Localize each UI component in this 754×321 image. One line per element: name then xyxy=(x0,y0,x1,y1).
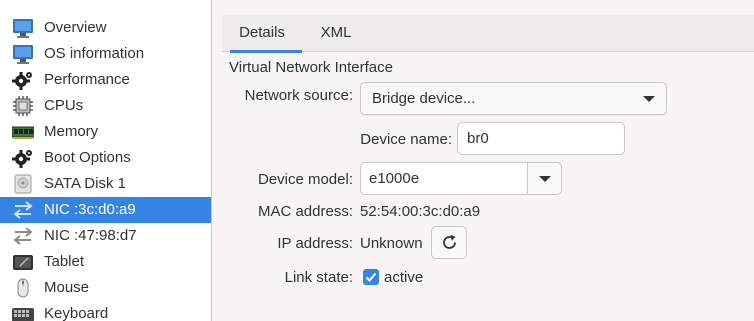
device-model-value: e1000e xyxy=(369,170,420,187)
mouse-icon xyxy=(17,278,29,298)
sidebar-item-label: SATA Disk 1 xyxy=(44,175,126,192)
tab-label: XML xyxy=(320,24,352,41)
sidebar-item-label: NIC :47:98:d7 xyxy=(44,227,137,244)
device-model-dropdown-button[interactable] xyxy=(527,162,562,195)
sidebar-item-memory[interactable]: Memory xyxy=(0,119,211,145)
sidebar-item-label: Boot Options xyxy=(44,149,131,166)
sidebar-item-sata-disk-1[interactable]: SATA Disk 1 xyxy=(0,171,211,197)
sidebar-item-label: CPUs xyxy=(44,97,84,114)
network-arrows-icon xyxy=(13,227,33,245)
network-source-label: Network source: xyxy=(244,87,353,104)
mac-address-value: 52:54:00:3c:d0:a9 xyxy=(360,203,481,220)
network-arrows-icon xyxy=(13,201,33,219)
device-model-input[interactable]: e1000e xyxy=(360,162,528,195)
sidebar-item-label: Overview xyxy=(44,19,107,36)
ip-address-value: Unknown xyxy=(360,235,423,252)
sidebar-item-label: Keyboard xyxy=(44,305,109,321)
link-state-label: Link state: xyxy=(284,269,353,286)
network-source-dropdown[interactable]: Bridge device... xyxy=(360,82,667,115)
sidebar-item-performance[interactable]: Performance xyxy=(0,67,211,93)
device-name-value: br0 xyxy=(467,130,489,147)
sidebar-item-nic-47-98-d7[interactable]: NIC :47:98:d7 xyxy=(0,223,211,249)
sidebar-item-nic-3c-d0-a9[interactable]: NIC :3c:d0:a9 xyxy=(0,197,211,223)
link-state-value: active xyxy=(384,269,424,286)
device-name-field[interactable]: br0 xyxy=(457,122,625,155)
device-model-label: Device model: xyxy=(257,171,353,188)
gear-icon xyxy=(12,150,32,168)
monitor-icon xyxy=(13,19,33,38)
chevron-down-icon xyxy=(643,96,655,102)
sidebar-item-label: Memory xyxy=(44,123,99,140)
tab-xml[interactable]: XML xyxy=(310,15,362,52)
refresh-ip-button[interactable] xyxy=(431,226,467,259)
monitor-icon xyxy=(13,45,33,64)
tab-label: Details xyxy=(239,24,285,41)
chevron-down-icon xyxy=(539,176,551,182)
mac-address-label: MAC address: xyxy=(257,203,353,220)
sidebar-item-label: Tablet xyxy=(44,253,85,270)
checkmark-icon xyxy=(365,272,377,282)
device-name-label: Device name: xyxy=(360,131,452,148)
hardware-list: Overview OS information Performance CPUs… xyxy=(0,0,212,321)
keyboard-icon xyxy=(12,308,34,321)
sidebar-item-label: OS information xyxy=(44,45,145,62)
tab-bar: Details XML xyxy=(222,15,754,53)
sidebar-item-os-information[interactable]: OS information xyxy=(0,41,211,67)
memory-module-icon xyxy=(12,126,34,139)
sidebar-item-boot-options[interactable]: Boot Options xyxy=(0,145,211,171)
sidebar-item-mouse[interactable]: Mouse xyxy=(0,275,211,301)
refresh-icon xyxy=(443,234,456,249)
network-source-value: Bridge device... xyxy=(372,90,476,107)
active-tab-indicator xyxy=(230,50,302,53)
sidebar-item-overview[interactable]: Overview xyxy=(0,15,211,41)
disk-icon xyxy=(14,174,32,194)
tablet-icon xyxy=(13,255,33,270)
vm-details-window: Overview OS information Performance CPUs… xyxy=(0,0,754,321)
section-title: Virtual Network Interface xyxy=(229,59,393,76)
link-state-checkbox[interactable] xyxy=(363,269,379,285)
ip-address-label: IP address: xyxy=(277,235,353,252)
sidebar-item-label: NIC :3c:d0:a9 xyxy=(44,201,136,218)
sidebar-item-cpus[interactable]: CPUs xyxy=(0,93,211,119)
cpu-chip-icon xyxy=(13,96,33,116)
tab-details[interactable]: Details xyxy=(222,15,302,53)
sidebar-item-keyboard[interactable]: Keyboard xyxy=(0,301,211,321)
gear-icon xyxy=(12,72,32,90)
sidebar-item-label: Performance xyxy=(44,71,130,88)
sidebar-item-label: Mouse xyxy=(44,279,90,296)
sidebar-item-tablet[interactable]: Tablet xyxy=(0,249,211,275)
